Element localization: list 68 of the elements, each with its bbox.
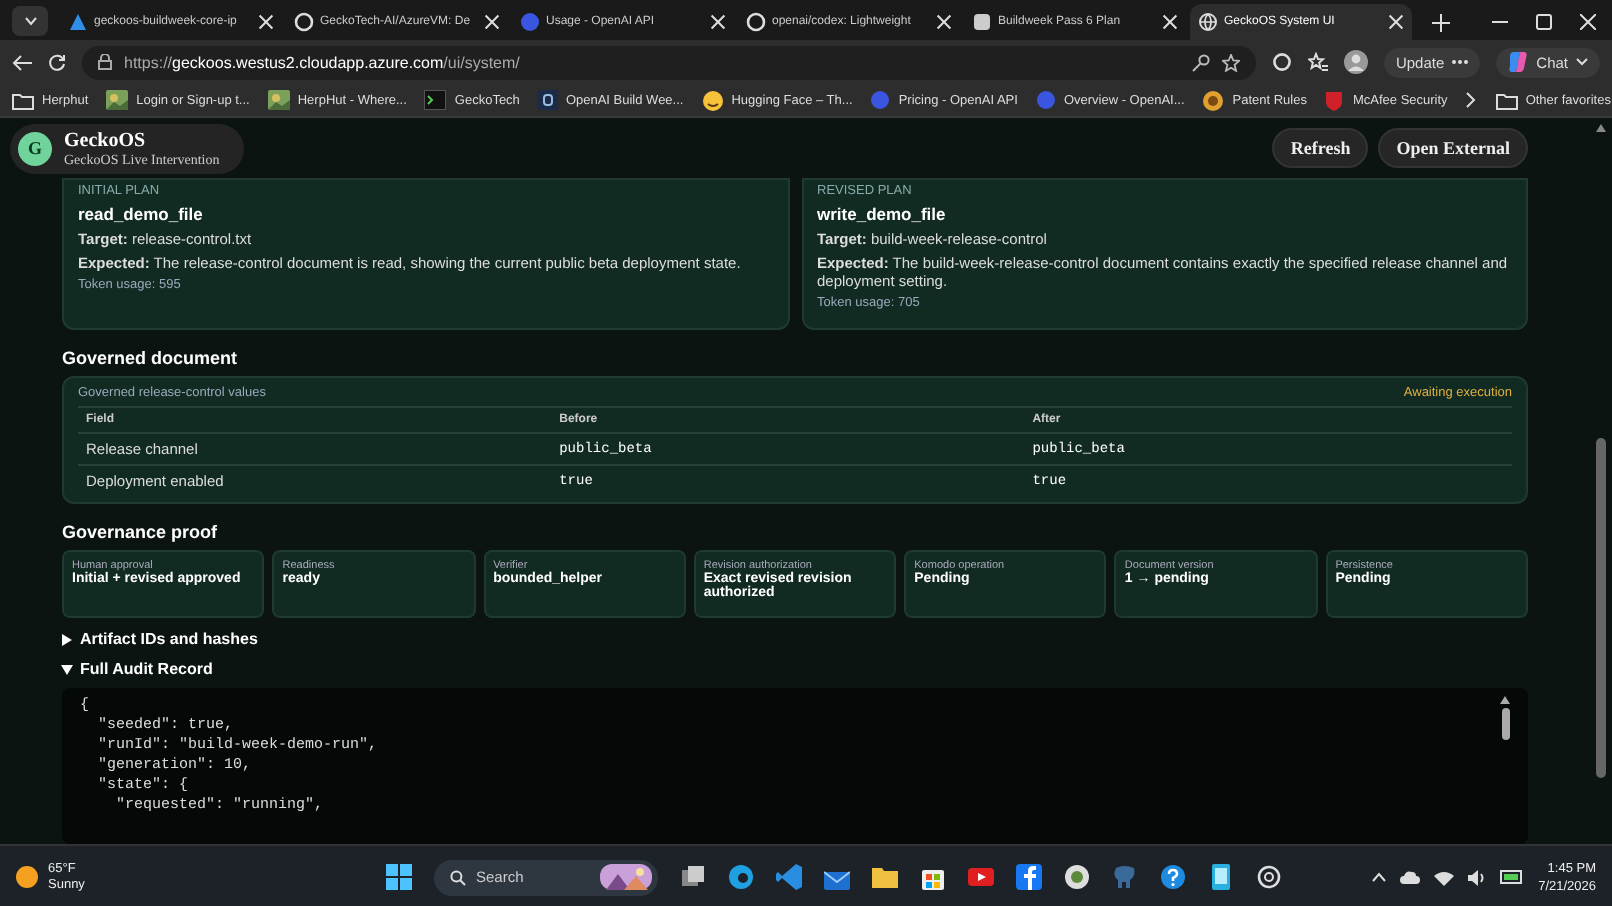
close-icon[interactable]	[1580, 14, 1596, 30]
plus-icon[interactable]	[1432, 14, 1450, 32]
search-icon	[450, 869, 466, 885]
maximize-icon[interactable]	[1536, 14, 1552, 30]
dot-icon	[520, 12, 540, 32]
close-icon[interactable]	[484, 14, 500, 30]
smiley-icon	[701, 89, 724, 111]
refresh-icon[interactable]	[48, 53, 66, 71]
app-avatar: G	[18, 131, 52, 165]
close-icon[interactable]	[1162, 14, 1178, 30]
tablet-icon[interactable]	[1208, 864, 1234, 890]
arrow-up-icon[interactable]	[1595, 124, 1605, 132]
windows-icon[interactable]	[386, 864, 412, 890]
close-icon[interactable]	[258, 14, 274, 30]
lock-icon	[98, 54, 112, 70]
disclosure-label: Artifact IDs and hashes	[80, 630, 258, 648]
section-heading: Governed document	[62, 348, 240, 368]
profile-avatar[interactable]	[1343, 50, 1368, 74]
copilot-icon	[1508, 52, 1529, 72]
favorites-icon[interactable]	[1307, 52, 1328, 72]
caret-icon	[23, 16, 37, 26]
arrow-up-icon[interactable]	[1500, 696, 1510, 704]
close-icon[interactable]	[936, 14, 952, 30]
section-heading: Governance proof	[62, 522, 220, 542]
task-view-icon[interactable]	[680, 864, 706, 890]
terminal-icon	[424, 90, 447, 110]
browser-icon[interactable]	[728, 864, 754, 890]
triangle-icon	[68, 12, 88, 32]
plan-name: read_demo_file	[78, 204, 205, 224]
battery-icon[interactable]	[1500, 870, 1525, 884]
chevron-icon[interactable]	[1465, 92, 1476, 108]
square-app-icon[interactable]	[1016, 864, 1042, 890]
folder-icon	[12, 91, 34, 109]
star-icon[interactable]	[1221, 53, 1240, 71]
sun-icon	[16, 866, 38, 888]
speaker-icon[interactable]	[1468, 869, 1487, 885]
header-button[interactable]: Open External	[1378, 128, 1528, 168]
close-icon[interactable]	[710, 14, 726, 30]
back-icon[interactable]	[12, 53, 32, 71]
play-icon[interactable]	[968, 864, 994, 890]
cloud-icon[interactable]	[1400, 870, 1421, 884]
globe-icon	[1198, 12, 1218, 32]
folder-icon[interactable]	[872, 864, 898, 890]
disclosure-toggle[interactable]: Artifact IDs and hashes	[62, 630, 1528, 648]
close-icon[interactable]	[1388, 14, 1404, 30]
seal-icon	[1202, 89, 1225, 111]
dot-icon	[1035, 90, 1056, 110]
shield-icon	[1324, 89, 1345, 111]
help-icon[interactable]	[1160, 864, 1186, 890]
disclosure-label: Full Audit Record	[80, 660, 213, 678]
chevron-icon[interactable]	[1372, 872, 1387, 882]
plan-name: write_demo_file	[817, 204, 948, 224]
disclosure-toggle[interactable]: Full Audit Record	[62, 660, 1528, 678]
code-editor-icon[interactable]	[776, 864, 802, 890]
dot-icon	[870, 90, 891, 110]
app-name: GeckoOS	[64, 129, 148, 151]
address-bar[interactable]: https://geckoos.westus2.cloudapp.azure.com/ui/system/	[82, 45, 1256, 79]
wifi-icon[interactable]	[1434, 869, 1455, 885]
disc-icon[interactable]	[1064, 864, 1090, 890]
key-icon[interactable]	[1191, 53, 1210, 71]
extensions-icon[interactable]	[1271, 52, 1292, 72]
store-icon[interactable]	[920, 864, 946, 890]
folder-icon	[1495, 91, 1518, 109]
document-icon	[972, 12, 992, 32]
square-icon	[537, 90, 558, 110]
caret-icon	[1576, 58, 1588, 66]
tab-list-button[interactable]	[12, 6, 48, 36]
header-button[interactable]: Refresh	[1272, 128, 1369, 168]
